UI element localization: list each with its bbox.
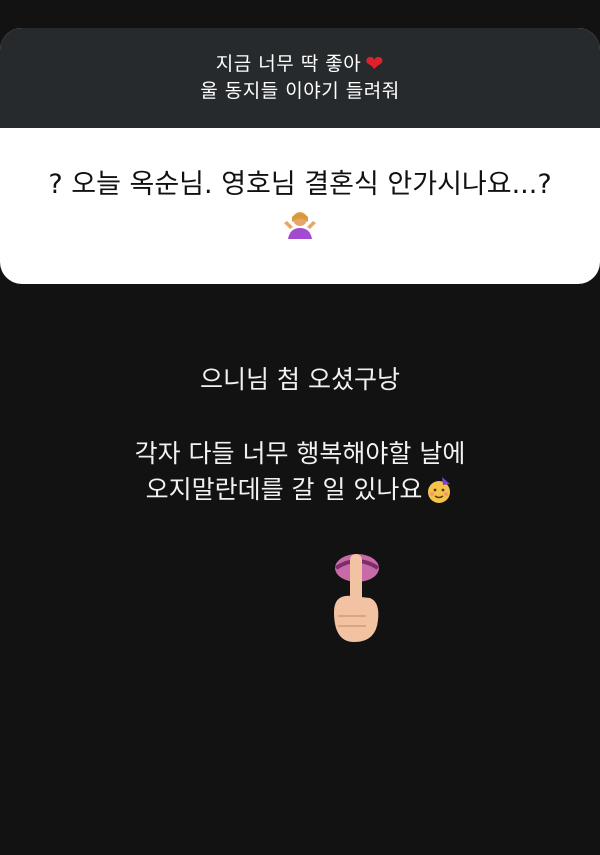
reply-block: 각자 다들 너무 행복해야할 날에 오지말란데를 갈 일 있나요	[0, 436, 600, 508]
shushing-finger-icon	[334, 554, 380, 642]
question-header-line1: 지금 너무 딱 좋아	[215, 53, 362, 75]
story-screen: 지금 너무 딱 좋아 ❤ 울 동지들 이야기 들려줘 ? 오늘 옥순님. 영호님…	[0, 0, 600, 855]
heart-icon: ❤	[365, 51, 385, 77]
reply-line3-row: 오지말란데를 갈 일 있나요	[0, 472, 600, 508]
reply-line1: 으니님 첨 오셨구낭	[200, 365, 400, 394]
answer-text: ? 오늘 옥순님. 영호님 결혼식 안가시나요...?	[48, 169, 552, 200]
reply-line2-row: 각자 다들 너무 행복해야할 날에	[0, 436, 600, 472]
question-header-line2: 울 동지들 이야기 들려줘	[200, 80, 400, 102]
question-header-line2-row: 울 동지들 이야기 들려줘	[200, 78, 399, 105]
reply-line2: 각자 다들 너무 행복해야할 날에	[134, 439, 466, 468]
question-sticker[interactable]: 지금 너무 딱 좋아 ❤ 울 동지들 이야기 들려줘 ? 오늘 옥순님. 영호님…	[0, 28, 600, 284]
question-answer: ? 오늘 옥순님. 영호님 결혼식 안가시나요...?	[0, 128, 600, 284]
reply-line3: 오지말란데를 갈 일 있나요	[145, 475, 423, 504]
person-shrugging-icon	[284, 212, 316, 239]
face-with-party-hat-icon	[428, 477, 451, 503]
question-header-line1-row: 지금 너무 딱 좋아 ❤	[216, 51, 384, 78]
question-header: 지금 너무 딱 좋아 ❤ 울 동지들 이야기 들려줘	[0, 28, 600, 128]
